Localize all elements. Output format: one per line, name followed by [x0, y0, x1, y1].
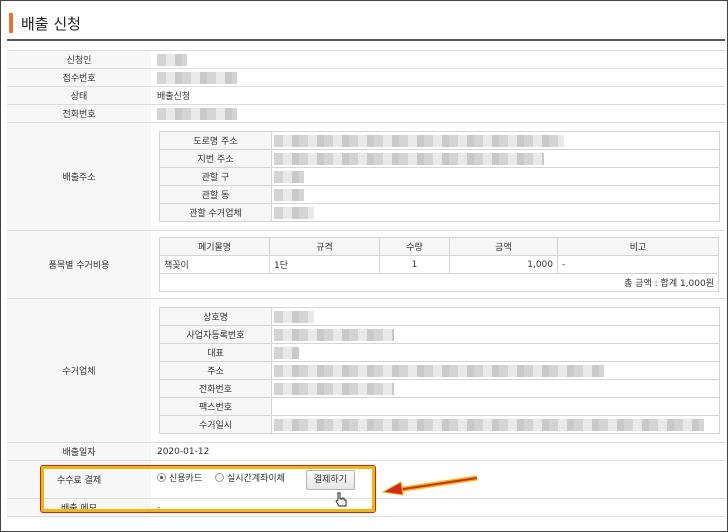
items-header-row: 폐기물명 규격 수량 금액 비고	[159, 237, 719, 256]
title-accent-bar	[9, 13, 13, 33]
road-address-label: 도로명 주소	[159, 131, 272, 150]
status-value: 배출신청	[151, 86, 725, 105]
receipt-no-label: 접수번호	[7, 68, 151, 87]
items-label: 품목별 수거비용	[7, 230, 151, 299]
redacted-text	[274, 310, 314, 323]
col-amount: 금액	[449, 237, 558, 256]
receipt-no-value	[151, 68, 725, 87]
redacted-text	[274, 188, 304, 201]
receipt-no-row: 접수번호	[7, 68, 725, 87]
phone-row: 전화번호	[7, 104, 725, 123]
items-row: 품목별 수거비용 폐기물명 규격 수량 금액 비고 책꽂이 1단 1 1,000…	[7, 230, 725, 299]
redacted-text	[274, 134, 564, 147]
redacted-text	[274, 382, 394, 395]
collector-subtable: 상호명 사업자등록번호 대표 주소 전화번호 팩스번호 수거일시	[159, 307, 720, 434]
collector-address-label: 주소	[159, 361, 272, 380]
page-frame: 배출 신청 신청인 접수번호 상태 배출신청 전화번호 배출주소 도로명 주소 …	[0, 0, 728, 532]
item-qty: 1	[379, 255, 450, 274]
item-note: -	[557, 255, 719, 274]
status-label: 상태	[7, 86, 151, 105]
applicant-row: 신청인	[7, 50, 725, 69]
item-name: 책꽂이	[159, 255, 270, 274]
redacted-text	[157, 53, 187, 66]
page-header: 배출 신청	[9, 11, 81, 35]
address-row: 배출주소 도로명 주소 지번 주소 관할 구 관할 동 관할 수거업체	[7, 122, 725, 231]
col-spec: 규격	[269, 237, 380, 256]
phone-label: 전화번호	[7, 104, 151, 123]
address-label: 배출주소	[7, 122, 151, 231]
item-amount: 1,000	[449, 255, 558, 274]
collect-date-label: 수거일시	[159, 415, 272, 434]
redacted-text	[274, 418, 704, 431]
dong-label: 관할 동	[159, 185, 272, 204]
items-total: 총 금액 : 합계 1,000원	[159, 273, 719, 292]
redacted-text	[157, 71, 237, 84]
collector-label: 수거업체	[7, 298, 151, 443]
area-collector-label: 관할 수거업체	[159, 203, 272, 222]
hand-cursor-icon	[335, 492, 347, 507]
page-title: 배출 신청	[21, 14, 81, 33]
pointer-arrow-icon	[381, 475, 478, 496]
redacted-text	[274, 364, 604, 377]
item-spec: 1단	[269, 255, 380, 274]
redacted-text	[274, 152, 544, 165]
fax-label: 팩스번호	[159, 397, 272, 416]
address-subtable: 도로명 주소 지번 주소 관할 구 관할 동 관할 수거업체	[159, 131, 720, 222]
application-detail-table: 신청인 접수번호 상태 배출신청 전화번호 배출주소 도로명 주소 지번 주소 …	[7, 50, 725, 517]
redacted-text	[274, 170, 304, 183]
date-value: 2020-01-12	[151, 442, 725, 461]
representative-label: 대표	[159, 343, 272, 362]
biz-no-label: 사업자등록번호	[159, 325, 272, 344]
collector-row: 수거업체 상호명 사업자등록번호 대표 주소 전화번호 팩스번호 수거일시	[7, 298, 725, 443]
items-table: 폐기물명 규격 수량 금액 비고 책꽂이 1단 1 1,000 - 총 금액:…	[159, 237, 719, 292]
company-name-label: 상호명	[159, 307, 272, 326]
table-row: 책꽂이 1단 1 1,000 -	[159, 255, 719, 274]
redacted-text	[274, 206, 314, 219]
redacted-text	[157, 107, 237, 120]
title-divider	[7, 39, 725, 41]
redacted-text	[274, 346, 299, 359]
applicant-value	[151, 50, 725, 69]
col-qty: 수량	[379, 237, 450, 256]
date-row: 배출일자 2020-01-12	[7, 442, 725, 461]
phone-value	[151, 104, 725, 123]
col-waste-name: 폐기물명	[159, 237, 270, 256]
date-label: 배출일자	[7, 442, 151, 461]
district-label: 관할 구	[159, 167, 272, 186]
redacted-text	[274, 328, 394, 341]
highlight-box	[40, 465, 376, 513]
applicant-label: 신청인	[7, 50, 151, 69]
lot-address-label: 지번 주소	[159, 149, 272, 168]
collector-phone-label: 전화번호	[159, 379, 272, 398]
status-row: 상태 배출신청	[7, 86, 725, 105]
items-total-row: 총 금액 : 합계 1,000원	[159, 273, 719, 292]
col-note: 비고	[557, 237, 719, 256]
